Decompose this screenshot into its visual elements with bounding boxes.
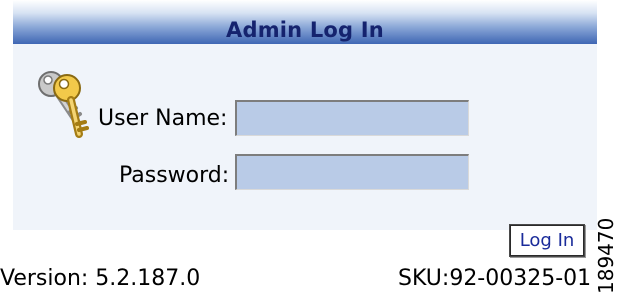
username-field[interactable] [235, 100, 469, 136]
sku-text: SKU:92-00325-01 [398, 266, 592, 291]
figure-id: 189470 [594, 217, 617, 294]
keys-icon [33, 68, 103, 140]
version-text: Version: 5.2.187.0 [0, 266, 201, 291]
password-label: Password: [119, 163, 230, 188]
page-title: Admin Log In [226, 18, 384, 42]
title-bar: Admin Log In [13, 0, 597, 44]
login-button[interactable]: Log In [509, 224, 585, 257]
password-field[interactable] [235, 154, 469, 190]
username-label: User Name: [98, 106, 228, 131]
